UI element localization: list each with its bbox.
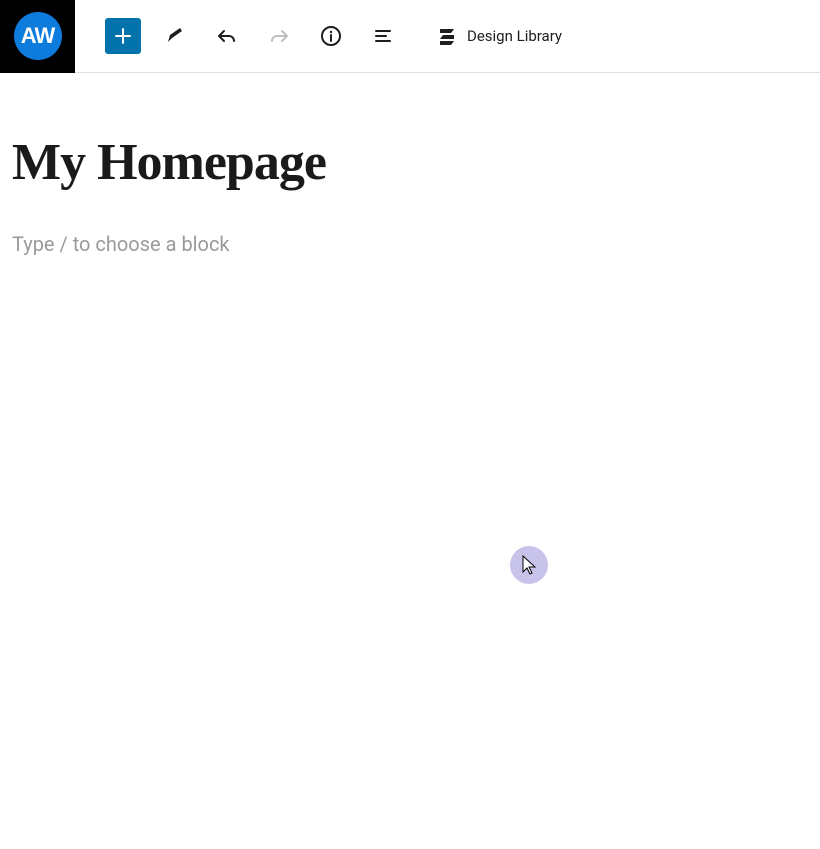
plus-icon xyxy=(111,24,135,48)
redo-icon xyxy=(267,24,291,48)
cursor-icon xyxy=(520,554,538,576)
stack-icon xyxy=(437,25,457,47)
undo-button[interactable] xyxy=(209,18,245,54)
list-view-button[interactable] xyxy=(365,18,401,54)
edit-button[interactable] xyxy=(157,18,193,54)
pencil-icon xyxy=(163,24,187,48)
cursor-indicator xyxy=(510,546,548,584)
aw-logo: AW xyxy=(14,12,62,60)
editor-toolbar: AW xyxy=(0,0,820,73)
design-library-label: Design Library xyxy=(467,27,562,45)
toolbar-buttons: Design Library xyxy=(75,18,562,54)
info-icon xyxy=(319,24,343,48)
list-icon xyxy=(371,24,395,48)
info-button[interactable] xyxy=(313,18,349,54)
undo-icon xyxy=(215,24,239,48)
logo-container[interactable]: AW xyxy=(0,0,75,73)
editor-content: My Homepage Type / to choose a block xyxy=(0,73,820,256)
add-block-button[interactable] xyxy=(105,18,141,54)
page-title[interactable]: My Homepage xyxy=(12,133,808,192)
design-library-button[interactable]: Design Library xyxy=(417,25,562,47)
logo-text: AW xyxy=(21,23,54,49)
redo-button[interactable] xyxy=(261,18,297,54)
block-placeholder[interactable]: Type / to choose a block xyxy=(12,232,808,256)
